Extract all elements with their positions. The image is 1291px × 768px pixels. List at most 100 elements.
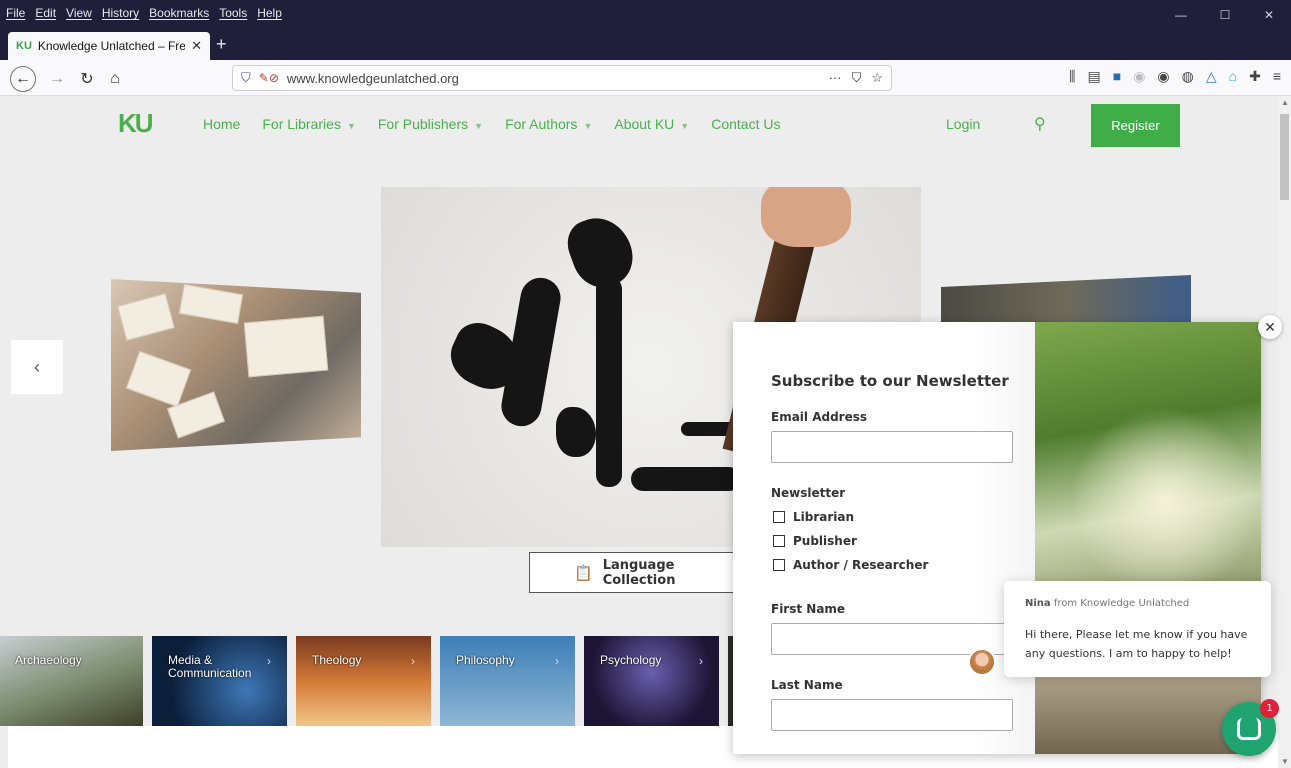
arrow-left-icon: ←: [15, 70, 31, 87]
subject-tile-media-communication[interactable]: Media & Communication ›: [152, 636, 287, 726]
ink-stroke: [596, 277, 622, 487]
nav-contact-us[interactable]: Contact Us: [711, 116, 780, 132]
nav-about-ku-label: About KU: [614, 116, 675, 132]
url-actions: ··· ⛉ ☆: [829, 70, 883, 86]
clipboard-icon: 📋: [574, 563, 593, 582]
page-actions-icon[interactable]: ···: [829, 70, 842, 86]
subject-tile-psychology[interactable]: Psychology ›: [584, 636, 719, 726]
first-name-label: First Name: [771, 602, 846, 616]
search-icon[interactable]: ⚲: [1034, 114, 1046, 134]
bookmark-star-icon[interactable]: ☆: [871, 70, 883, 86]
scroll-down-icon[interactable]: ▼: [1281, 757, 1289, 766]
language-collection-button[interactable]: 📋 Language Collection: [529, 552, 739, 593]
checkbox-author-researcher[interactable]: Author / Researcher: [773, 558, 928, 572]
extension-trello-icon[interactable]: ■: [1113, 68, 1121, 85]
carousel-prev-button[interactable]: ‹: [11, 340, 63, 394]
back-button[interactable]: ←: [10, 66, 36, 92]
book-shape: [125, 350, 192, 408]
minimize-button[interactable]: —: [1159, 4, 1203, 26]
login-link[interactable]: Login: [946, 116, 980, 132]
permissions-blocked-icon[interactable]: ✎⊘: [259, 71, 279, 85]
close-window-button[interactable]: ✕: [1247, 4, 1291, 26]
newsletter-form: Subscribe to our Newsletter Email Addres…: [733, 322, 1035, 754]
nav-home[interactable]: Home: [203, 116, 240, 132]
tab-strip: KU Knowledge Unlatched – Free a ✕ +: [0, 30, 1291, 60]
last-name-field[interactable]: [771, 699, 1013, 731]
library-icon[interactable]: ⫼: [1069, 68, 1075, 85]
nav-for-authors[interactable]: For Authors ▼: [505, 116, 592, 132]
menu-help[interactable]: Help: [257, 6, 282, 20]
sunlight-shape: [1075, 402, 1255, 602]
page-scrollbar[interactable]: ▲ ▼: [1278, 96, 1291, 768]
checkbox-box[interactable]: [773, 559, 785, 571]
tracking-shield-icon[interactable]: ⛉: [241, 70, 251, 86]
ku-logo[interactable]: KU: [118, 108, 154, 139]
extension-globe-icon[interactable]: ◍: [1182, 68, 1194, 85]
favicon-icon: KU: [16, 40, 32, 52]
checkbox-box[interactable]: [773, 535, 785, 547]
checkbox-publisher[interactable]: Publisher: [773, 534, 857, 548]
menu-list: File Edit View History Bookmarks Tools H…: [6, 6, 282, 20]
menu-history[interactable]: History: [102, 6, 139, 20]
tab-knowledge-unlatched[interactable]: KU Knowledge Unlatched – Free a ✕: [8, 32, 210, 60]
menu-bookmarks[interactable]: Bookmarks: [149, 6, 209, 20]
chevron-right-icon: ›: [555, 654, 559, 668]
sidebar-icon[interactable]: ▤: [1087, 68, 1100, 85]
nav-for-authors-label: For Authors: [505, 116, 578, 132]
email-field[interactable]: [771, 431, 1013, 463]
menu-tools[interactable]: Tools: [219, 6, 247, 20]
caret-down-icon: ▼: [474, 121, 484, 131]
hamburger-menu-icon[interactable]: ≡: [1273, 68, 1281, 85]
window-controls: — ☐ ✕: [1159, 4, 1291, 26]
menu-file[interactable]: File: [6, 6, 25, 20]
forest-image: [1035, 322, 1261, 754]
nav-for-libraries[interactable]: For Libraries ▼: [262, 116, 356, 132]
chat-message: Hi there, Please let me know if you have…: [1025, 628, 1248, 660]
forward-button[interactable]: →: [44, 66, 70, 92]
extension-disabled-icon[interactable]: ◉: [1133, 68, 1145, 85]
toolbar-extensions: ⫼ ▤ ■ ◉ ◉ ◍ △ ⌂ ✚ ≡: [1069, 68, 1281, 85]
subject-tile-theology[interactable]: Theology ›: [296, 636, 431, 726]
book-shape: [178, 284, 244, 324]
register-button[interactable]: Register: [1091, 104, 1180, 147]
checkbox-librarian[interactable]: Librarian: [773, 510, 854, 524]
reload-button[interactable]: ↻: [74, 66, 100, 92]
nav-about-ku[interactable]: About KU ▼: [614, 116, 689, 132]
url-bar[interactable]: ⛉ ✎⊘ www.knowledgeunlatched.org ··· ⛉ ☆: [232, 65, 892, 91]
extension-account-icon[interactable]: ◉: [1157, 68, 1169, 85]
home-button[interactable]: ⌂: [102, 66, 128, 92]
chevron-right-icon: ›: [411, 654, 415, 668]
nav-for-publishers[interactable]: For Publishers ▼: [378, 116, 483, 132]
ink-stroke: [631, 467, 741, 491]
site-header: KU Home For Libraries ▼ For Publishers ▼ F…: [0, 96, 1278, 156]
last-name-label: Last Name: [771, 678, 843, 692]
subject-tile-archaeology[interactable]: Archaeology: [0, 636, 143, 726]
close-icon: ✕: [1264, 318, 1276, 335]
menu-bar: File Edit View History Bookmarks Tools H…: [0, 0, 1291, 30]
url-text[interactable]: www.knowledgeunlatched.org: [287, 71, 821, 86]
scrollbar-thumb[interactable]: [1280, 114, 1289, 200]
chat-agent-name: Nina: [1025, 598, 1051, 609]
menu-view[interactable]: View: [66, 6, 92, 20]
caret-down-icon: ▼: [583, 121, 593, 131]
subject-tile-philosophy[interactable]: Philosophy ›: [440, 636, 575, 726]
book-shape: [117, 293, 175, 341]
caret-down-icon: ▼: [346, 121, 356, 131]
extensions-puzzle-icon[interactable]: ✚: [1249, 68, 1261, 85]
checkbox-box[interactable]: [773, 511, 785, 523]
extension-home-icon[interactable]: ⌂: [1229, 68, 1237, 85]
nav-contact-us-label: Contact Us: [711, 116, 781, 132]
new-tab-button[interactable]: +: [216, 34, 227, 55]
menu-edit[interactable]: Edit: [35, 6, 56, 20]
popup-close-button[interactable]: ✕: [1258, 315, 1282, 339]
extension-triangle-icon[interactable]: △: [1206, 68, 1217, 85]
chat-greeting-bubble[interactable]: Nina from Knowledge Unlatched Hi there, …: [1004, 581, 1271, 677]
subject-label: Philosophy: [456, 653, 515, 667]
checkbox-label: Publisher: [793, 534, 857, 548]
carousel-slide-books-image[interactable]: [111, 279, 361, 451]
scroll-up-icon[interactable]: ▲: [1281, 98, 1289, 107]
chat-icon: [1237, 718, 1261, 740]
pocket-icon[interactable]: ⛉: [852, 70, 862, 86]
tab-close-icon[interactable]: ✕: [191, 38, 202, 54]
maximize-button[interactable]: ☐: [1203, 4, 1247, 26]
